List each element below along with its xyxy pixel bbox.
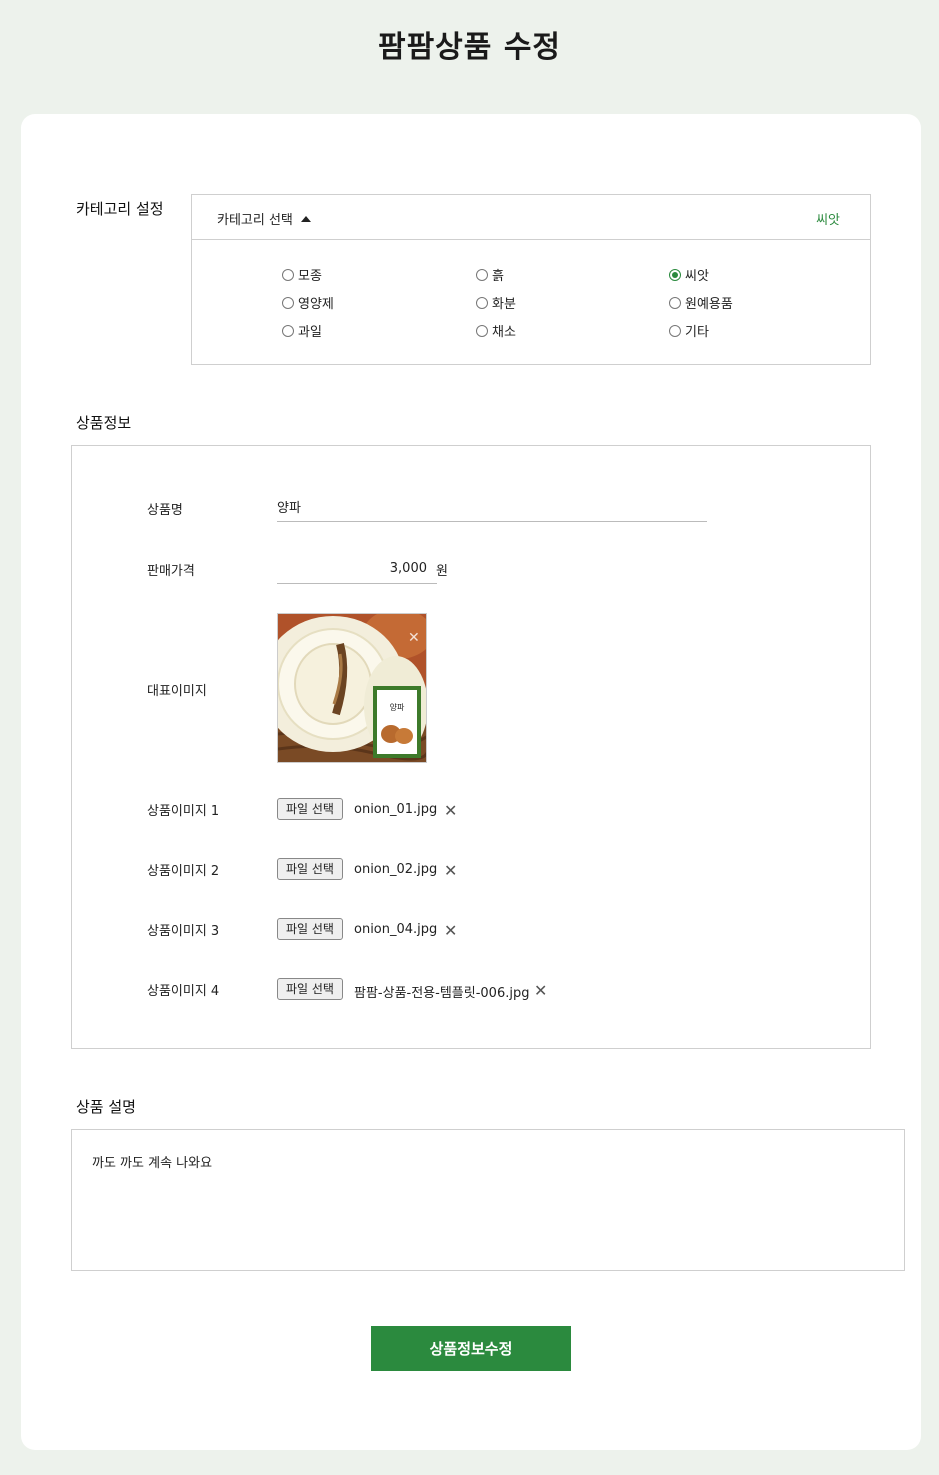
- product-name-input[interactable]: [277, 492, 707, 522]
- radio-button[interactable]: [476, 268, 488, 281]
- radio-button-checked[interactable]: [669, 268, 681, 281]
- product-image-3-label: 상품이미지 3: [147, 924, 220, 939]
- file-name-3: onion_04.jpg: [354, 922, 438, 937]
- selected-category: 씨앗: [816, 213, 840, 228]
- main-image-preview[interactable]: 양파 ✕: [277, 613, 427, 763]
- description-textarea[interactable]: 까도 까도 계속 나와요: [71, 1129, 905, 1271]
- file-select-button-2[interactable]: 파일 선택: [277, 858, 343, 880]
- product-info-section-label: 상품정보: [76, 414, 132, 432]
- radio-button[interactable]: [476, 324, 488, 337]
- category-option-fruit[interactable]: 과일: [282, 321, 322, 340]
- radio-label: 과일: [298, 325, 322, 340]
- radio-button[interactable]: [282, 296, 294, 309]
- product-name-label: 상품명: [147, 503, 183, 518]
- file-name-4: 팜팜-상품-전용-템플릿-006.jpg: [354, 986, 530, 1001]
- category-option-soil[interactable]: 흙: [476, 265, 504, 284]
- onion-image: 양파: [278, 614, 426, 762]
- radio-label: 화분: [492, 297, 516, 312]
- category-toggle-label: 카테고리 선택: [217, 213, 293, 228]
- file-select-button-4[interactable]: 파일 선택: [277, 978, 343, 1000]
- product-image-4-label: 상품이미지 4: [147, 984, 220, 999]
- file-select-button-3[interactable]: 파일 선택: [277, 918, 343, 940]
- submit-button[interactable]: 상품정보수정: [371, 1326, 571, 1371]
- close-icon[interactable]: ✕: [444, 801, 457, 820]
- radio-button[interactable]: [669, 324, 681, 337]
- radio-label: 모종: [298, 269, 322, 284]
- category-option-pot[interactable]: 화분: [476, 293, 516, 312]
- main-image-label: 대표이미지: [147, 684, 207, 699]
- product-image-1-label: 상품이미지 1: [147, 804, 220, 819]
- caret-up-icon: [300, 216, 311, 222]
- description-section-label: 상품 설명: [76, 1098, 136, 1116]
- category-selector: 카테고리 선택 씨앗 모종 흙 씨앗 영양제 화분 원예용품 과일 채소 기타: [191, 194, 871, 365]
- category-header: 카테고리 선택 씨앗: [192, 195, 870, 240]
- radio-label: 씨앗: [685, 269, 709, 284]
- radio-label: 흙: [492, 269, 504, 284]
- price-input[interactable]: [277, 554, 437, 584]
- radio-button[interactable]: [282, 324, 294, 337]
- file-select-button-1[interactable]: 파일 선택: [277, 798, 343, 820]
- close-icon[interactable]: ✕: [534, 981, 547, 1000]
- price-unit: 원: [436, 564, 448, 579]
- radio-label: 기타: [685, 325, 709, 340]
- price-label: 판매가격: [147, 564, 195, 579]
- category-toggle[interactable]: 카테고리 선택: [217, 209, 311, 228]
- page-title: 팜팜상품 수정: [377, 30, 562, 65]
- radio-button[interactable]: [282, 268, 294, 281]
- close-icon[interactable]: ✕: [444, 921, 457, 940]
- product-image-2-label: 상품이미지 2: [147, 864, 220, 879]
- category-option-fertilizer[interactable]: 영양제: [282, 293, 334, 312]
- category-option-seed[interactable]: 씨앗: [669, 265, 709, 284]
- category-option-gardening[interactable]: 원예용품: [669, 293, 733, 312]
- radio-label: 영양제: [298, 297, 334, 312]
- file-name-1: onion_01.jpg: [354, 802, 438, 817]
- category-option-seedling[interactable]: 모종: [282, 265, 322, 284]
- radio-button[interactable]: [669, 296, 681, 309]
- radio-label: 원예용품: [685, 297, 733, 312]
- edit-form-card: 카테고리 설정 카테고리 선택 씨앗 모종 흙 씨앗 영양제 화분 원예용품 과…: [21, 114, 921, 1450]
- category-option-etc[interactable]: 기타: [669, 321, 709, 340]
- close-icon[interactable]: ✕: [444, 861, 457, 880]
- product-info-box: 상품명 판매가격 원 대표이미지 양파: [71, 445, 871, 1049]
- close-icon[interactable]: ✕: [408, 630, 420, 646]
- category-section-label: 카테고리 설정: [76, 200, 164, 218]
- file-name-2: onion_02.jpg: [354, 862, 438, 877]
- radio-button[interactable]: [476, 296, 488, 309]
- package-label: 양파: [390, 703, 405, 712]
- category-option-vegetable[interactable]: 채소: [476, 321, 516, 340]
- radio-label: 채소: [492, 325, 516, 340]
